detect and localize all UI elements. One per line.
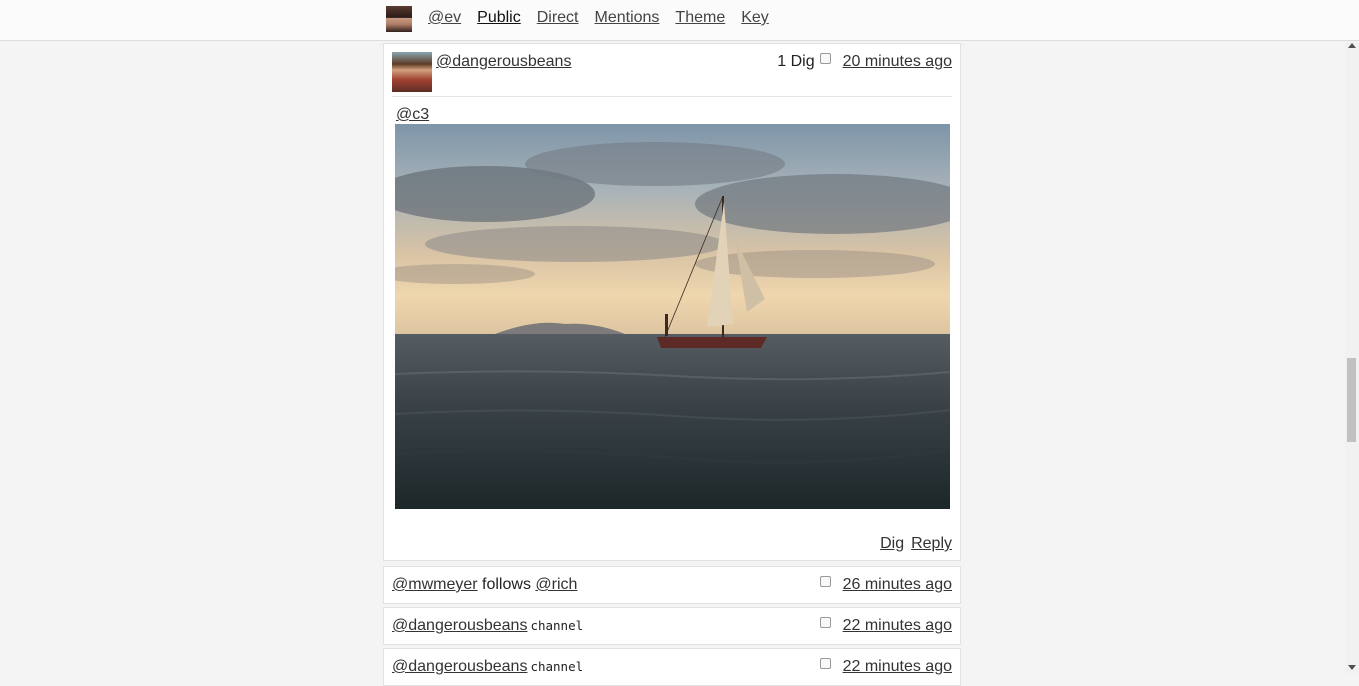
activity-row: @mwmeyer follows @rich 26 minutes ago: [383, 566, 961, 604]
nav-tab-key[interactable]: Key: [741, 9, 769, 27]
scroll-up-arrow-icon[interactable]: [1348, 43, 1356, 48]
nav-profile-link[interactable]: @ev: [428, 9, 461, 27]
current-user-avatar[interactable]: [386, 6, 412, 32]
activity-row: @dangerousbeans channel 22 minutes ago: [383, 648, 961, 686]
author-link[interactable]: @dangerousbeans: [436, 53, 571, 71]
activity-text: @mwmeyer follows @rich: [392, 576, 577, 594]
actor-link[interactable]: @dangerousbeans: [392, 658, 527, 675]
select-checkbox[interactable]: [819, 575, 831, 587]
dig-count: 1 Dig: [777, 53, 815, 70]
activity-verb: follows: [482, 576, 531, 593]
post-header: @dangerousbeans 1 Dig 20 minutes ago: [392, 50, 952, 97]
post-card: @dangerousbeans 1 Dig 20 minutes ago @c3: [383, 43, 961, 561]
reply-button[interactable]: Reply: [911, 535, 952, 553]
actor-link[interactable]: @mwmeyer: [392, 576, 478, 593]
post-body: @c3: [396, 106, 429, 124]
nav-tab-mentions[interactable]: Mentions: [595, 9, 660, 27]
activity-row: @dangerousbeans channel 22 minutes ago: [383, 607, 961, 645]
select-checkbox[interactable]: [819, 657, 831, 669]
activity-text: @dangerousbeans channel: [392, 617, 583, 635]
activity-meta: 22 minutes ago: [817, 616, 952, 635]
mention-link[interactable]: @c3: [396, 106, 429, 123]
activity-timestamp-link[interactable]: 22 minutes ago: [843, 658, 952, 676]
target-link[interactable]: @rich: [535, 576, 577, 593]
main-nav: @ev Public Direct Mentions Theme Key: [428, 9, 769, 27]
dig-button[interactable]: Dig: [880, 535, 904, 553]
scrollbar-thumb[interactable]: [1347, 358, 1356, 442]
post-timestamp-link[interactable]: 20 minutes ago: [843, 53, 952, 71]
activity-meta: 22 minutes ago: [817, 657, 952, 676]
vertical-scrollbar[interactable]: [1345, 41, 1359, 673]
activity-timestamp-link[interactable]: 22 minutes ago: [843, 617, 952, 635]
author-avatar[interactable]: [392, 52, 432, 92]
activity-text: @dangerousbeans channel: [392, 658, 583, 676]
activity-timestamp-link[interactable]: 26 minutes ago: [843, 576, 952, 594]
actor-link[interactable]: @dangerousbeans: [392, 617, 527, 634]
scroll-down-arrow-icon[interactable]: [1348, 665, 1356, 670]
activity-tag: channel: [530, 618, 584, 633]
activity-meta: 26 minutes ago: [817, 575, 952, 594]
post-actions: Dig Reply: [880, 535, 952, 553]
select-checkbox[interactable]: [819, 616, 831, 628]
select-checkbox[interactable]: [819, 52, 831, 64]
nav-tab-theme[interactable]: Theme: [675, 9, 725, 27]
post-meta: 1 Dig 20 minutes ago: [777, 52, 952, 71]
nav-tab-public[interactable]: Public: [477, 9, 521, 27]
sailboat-photo: [395, 124, 950, 509]
nav-tab-direct[interactable]: Direct: [537, 9, 579, 27]
activity-tag: channel: [530, 659, 584, 674]
top-navigation-bar: @ev Public Direct Mentions Theme Key: [0, 0, 1359, 41]
post-image[interactable]: [395, 124, 950, 509]
